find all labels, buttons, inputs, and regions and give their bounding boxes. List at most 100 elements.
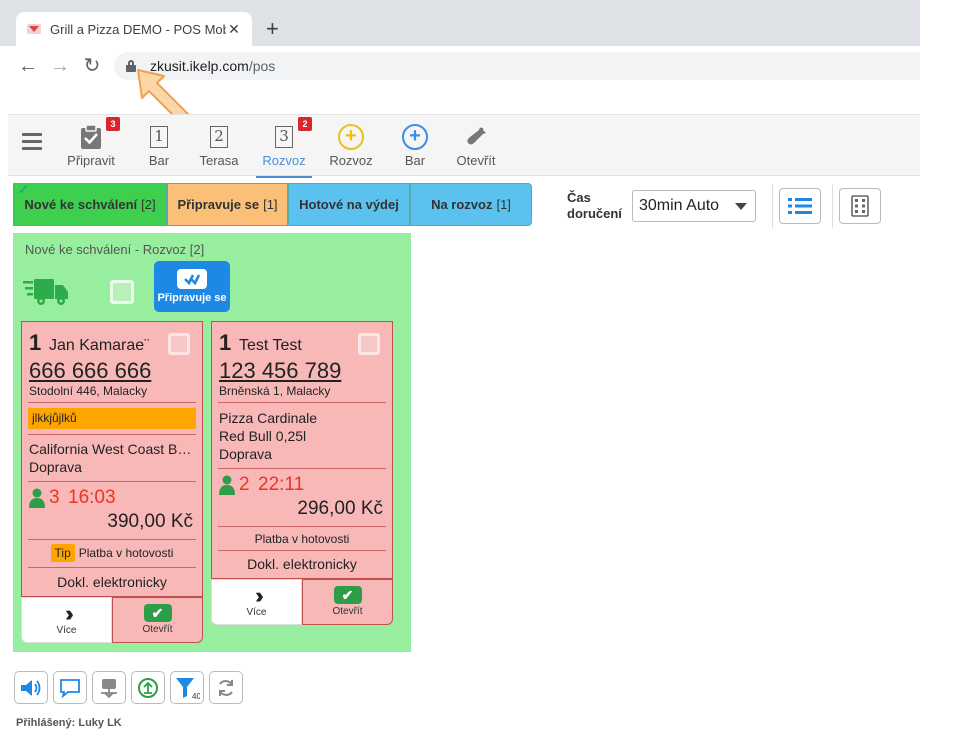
- circle-upload-icon: [138, 677, 158, 698]
- forward-button[interactable]: →: [48, 54, 72, 78]
- list-view-button[interactable]: [779, 188, 821, 224]
- divider: [832, 184, 833, 228]
- persons-count: 3: [49, 487, 60, 508]
- more-button[interactable]: ›› Více: [211, 579, 302, 625]
- browser-tab-title: Grill a Pizza DEMO - POS Mobile: [50, 21, 226, 37]
- move-arrows-icon: [101, 678, 117, 698]
- nav-item-bar[interactable]: 1 Bar: [144, 123, 174, 168]
- add-circle-icon: +: [402, 124, 428, 150]
- filter-button[interactable]: 40: [170, 671, 204, 704]
- table-number-icon: 1: [150, 126, 168, 148]
- table-number-icon: 3: [275, 126, 293, 148]
- nav-item-label: Připravit: [67, 153, 115, 168]
- clipboard-check-icon: [81, 124, 101, 149]
- divider: [772, 184, 773, 228]
- move-to-preparing-button[interactable]: Připravuje se: [154, 261, 230, 312]
- person-icon: [219, 475, 235, 495]
- customer-phone[interactable]: 123 456 789: [219, 358, 341, 384]
- menu-icon[interactable]: [22, 133, 42, 151]
- customer-name: Jan Kamarae¨: [49, 337, 150, 354]
- bottle-icon: [467, 127, 486, 145]
- nav-item-label: Terasa: [199, 153, 239, 168]
- nav-badge: 3: [106, 117, 120, 131]
- more-label: Více: [246, 607, 267, 618]
- open-label: Otevřít: [142, 624, 173, 635]
- refresh-icon: [219, 679, 233, 696]
- divider: [218, 468, 386, 469]
- nav-item-otevrit[interactable]: Otevřít: [454, 123, 498, 168]
- delivery-time-select[interactable]: 30min Auto: [632, 190, 756, 222]
- selected-check-icon: ✓: [18, 182, 29, 197]
- open-order-button[interactable]: ✔ Otevřít: [112, 597, 203, 643]
- browser-tab-strip: Grill a Pizza DEMO - POS Mobile ✕ +: [0, 0, 920, 46]
- order-card[interactable]: 1 Test Test 123 456 789 Brněnská 1, Mala…: [211, 321, 393, 579]
- check-icon: ✔: [143, 604, 172, 622]
- grid-view-button[interactable]: [839, 188, 881, 224]
- building-grid-icon: [851, 195, 869, 217]
- nav-item-label: Rozvoz: [262, 153, 306, 168]
- refresh-button[interactable]: [209, 671, 243, 704]
- speaker-icon: [21, 679, 41, 696]
- panel-title: Nové ke schválení - Rozvoz [2]: [25, 242, 205, 257]
- order-time: 22:11: [258, 474, 305, 495]
- divider: [218, 402, 386, 403]
- new-tab-button[interactable]: +: [266, 16, 279, 42]
- order-item: Pizza Cardinale: [219, 410, 318, 426]
- double-chevron-right-icon: ››: [65, 601, 74, 626]
- order-time: 16:03: [68, 487, 116, 508]
- move-to-preparing-label: Připravuje se: [157, 292, 227, 304]
- order-item: California West Coast B…: [29, 441, 192, 457]
- customer-phone[interactable]: 666 666 666: [29, 358, 151, 384]
- nav-badge: 2: [298, 117, 312, 131]
- filter-count: 40: [192, 692, 200, 700]
- check-icon: ✔: [333, 586, 362, 604]
- status-tab-count: [1]: [496, 197, 511, 212]
- divider: [28, 434, 196, 435]
- order-card[interactable]: 1 Jan Kamarae¨ 666 666 666 Stodolní 446,…: [21, 321, 203, 597]
- order-checkbox[interactable]: [168, 333, 190, 355]
- order-note: jlkkjůjlků: [28, 408, 196, 429]
- nav-item-terasa[interactable]: 2 Terasa: [198, 123, 240, 168]
- chevron-down-icon: [735, 203, 747, 210]
- select-all-checkbox[interactable]: [110, 280, 134, 304]
- status-tab-nove[interactable]: ✓ Nové ke schválení [2]: [13, 182, 167, 226]
- nav-item-label: Rozvoz: [329, 153, 373, 168]
- reload-button[interactable]: ↻: [80, 54, 104, 78]
- move-button[interactable]: [92, 671, 126, 704]
- divider: [218, 550, 386, 551]
- tab-close-icon[interactable]: ✕: [226, 21, 242, 38]
- open-order-button[interactable]: ✔ Otevřít: [302, 579, 393, 625]
- nav-item-rozvoz-active[interactable]: 3 2 Rozvoz: [256, 117, 312, 178]
- url-path: /pos: [248, 58, 276, 74]
- order-checkbox[interactable]: [358, 333, 380, 355]
- more-button[interactable]: ›› Více: [21, 597, 112, 643]
- filter-icon: 40: [176, 677, 200, 700]
- url-input[interactable]: zkusit.ikelp.com/pos: [114, 52, 920, 80]
- sound-button[interactable]: [14, 671, 48, 704]
- transfer-button[interactable]: [131, 671, 165, 704]
- back-button[interactable]: ←: [16, 54, 40, 78]
- customer-address: Stodolní 446, Malacky: [29, 384, 148, 398]
- status-tab-pripravuje[interactable]: Připravuje se [1]: [167, 183, 288, 226]
- status-tab-label: Připravuje se: [177, 197, 260, 212]
- persons-count: 2: [239, 474, 250, 495]
- order-item: Doprava: [219, 446, 272, 462]
- status-tab-na-rozvoz[interactable]: Na rozvoz [1]: [410, 183, 532, 226]
- order-count: 1: [29, 330, 42, 355]
- delivery-time-value: 30min Auto: [639, 197, 720, 214]
- browser-tab[interactable]: Grill a Pizza DEMO - POS Mobile ✕: [16, 12, 252, 46]
- order-item: Red Bull 0,25l: [219, 428, 307, 444]
- payment-method: Platba v hotovosti: [78, 546, 174, 560]
- nav-item-new-bar[interactable]: + Bar: [400, 123, 430, 168]
- nav-item-pripravit[interactable]: 3 Připravit: [66, 117, 120, 168]
- divider: [28, 567, 196, 568]
- message-button[interactable]: [53, 671, 87, 704]
- pos-top-nav: 3 Připravit 1 Bar 2 Terasa 3 2 Rozvoz + …: [8, 114, 920, 178]
- status-tab-hotove[interactable]: Hotové na výdej: [288, 183, 410, 226]
- payment-method: Platba v hotovosti: [254, 532, 350, 546]
- order-item: Doprava: [29, 459, 82, 475]
- customer-name: Test Test: [239, 337, 302, 354]
- tip-badge: Tip: [50, 544, 75, 562]
- document-type: Dokl. elektronicky: [247, 556, 357, 572]
- nav-item-new-rozvoz[interactable]: + Rozvoz: [328, 123, 374, 168]
